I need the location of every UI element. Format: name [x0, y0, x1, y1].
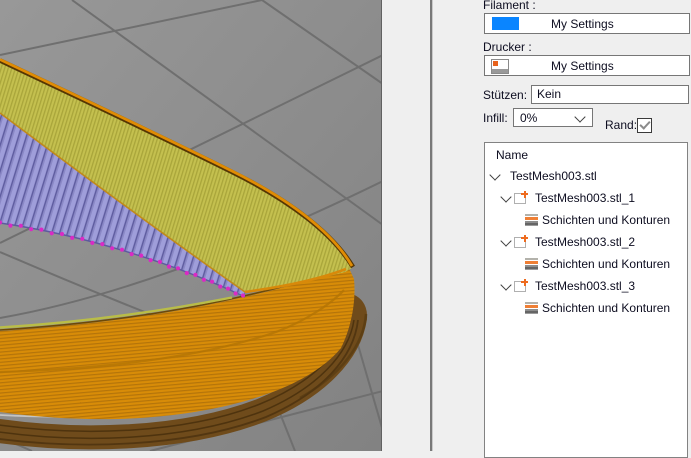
tree-row[interactable]: Schichten und Konturen	[485, 209, 687, 231]
tree-item-label: Schichten und Konturen	[542, 301, 670, 315]
layers-icon	[525, 258, 538, 270]
filament-combobox[interactable]: My Settings	[484, 13, 690, 34]
tree-row[interactable]: TestMesh003.stl_3	[485, 275, 687, 297]
infill-label: Infill:	[483, 112, 508, 125]
checkmark-icon	[639, 118, 650, 129]
viewport-3d[interactable]	[0, 0, 382, 451]
tree-row[interactable]: TestMesh003.stl_2	[485, 231, 687, 253]
drucker-label: Drucker :	[483, 41, 532, 54]
chevron-down-icon[interactable]	[489, 169, 500, 180]
printer-icon	[491, 59, 509, 74]
rand-label: Rand:	[605, 119, 637, 132]
tree-item-label: TestMesh003.stl	[510, 169, 597, 183]
sliced-model-view	[0, 0, 381, 451]
chevron-down-icon[interactable]	[500, 279, 511, 290]
stuetzen-label: Stützen:	[483, 89, 527, 102]
tree-item-label: TestMesh003.stl_1	[535, 191, 635, 205]
model-tree-panel: Name TestMesh003.stl TestMesh003.stl_1 S…	[484, 142, 688, 458]
chevron-down-icon	[574, 111, 585, 122]
tree-item-label: TestMesh003.stl_2	[535, 235, 635, 249]
drucker-value: My Settings	[551, 59, 614, 73]
filament-value: My Settings	[551, 17, 614, 31]
chevron-down-icon[interactable]	[500, 235, 511, 246]
tree-item-label: TestMesh003.stl_3	[535, 279, 635, 293]
tree-row[interactable]: Schichten und Konturen	[485, 253, 687, 275]
mesh-part-icon	[514, 279, 528, 292]
rand-checkbox[interactable]	[637, 118, 652, 133]
tree-column-header-name: Name	[496, 148, 528, 162]
tree-row[interactable]: TestMesh003.stl	[485, 165, 687, 187]
drucker-combobox[interactable]: My Settings	[484, 55, 690, 76]
stuetzen-input[interactable]: Kein	[531, 85, 689, 104]
tree-row[interactable]: Schichten und Konturen	[485, 297, 687, 319]
layers-icon	[525, 214, 538, 226]
panel-splitter[interactable]	[430, 0, 433, 451]
mesh-part-icon	[514, 235, 528, 248]
tree-item-label: Schichten und Konturen	[542, 213, 670, 227]
infill-dropdown[interactable]: 0%	[513, 108, 593, 127]
infill-value: 0%	[520, 111, 537, 125]
tree-row[interactable]: TestMesh003.stl_1	[485, 187, 687, 209]
filament-label: Filament :	[483, 0, 536, 12]
chevron-down-icon[interactable]	[500, 191, 511, 202]
tree-item-label: Schichten und Konturen	[542, 257, 670, 271]
mesh-part-icon	[514, 191, 528, 204]
filament-color-swatch	[492, 17, 519, 30]
layers-icon	[525, 302, 538, 314]
